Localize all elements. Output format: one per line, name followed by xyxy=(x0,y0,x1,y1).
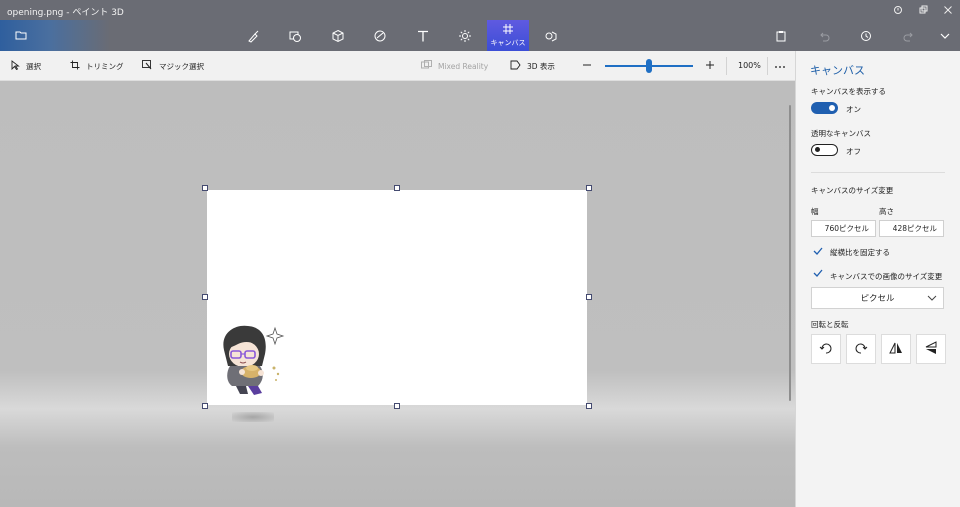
lock-aspect-label: 縦横比を固定する xyxy=(830,248,890,257)
drawing-canvas[interactable] xyxy=(207,190,587,405)
magic-select-label: マジック選択 xyxy=(159,61,204,71)
folder-icon[interactable] xyxy=(13,27,29,43)
resize-image-label: キャンバスでの画像のサイズ変更 xyxy=(830,272,943,281)
select-label: 選択 xyxy=(26,61,41,71)
more-options-button[interactable] xyxy=(774,59,786,73)
close-icon[interactable] xyxy=(935,0,960,20)
history-icon[interactable] xyxy=(855,25,877,47)
mixed-reality-label: Mixed Reality xyxy=(438,61,489,71)
lock-aspect-checkbox[interactable] xyxy=(811,244,825,258)
rotate-right-button[interactable] xyxy=(846,334,876,364)
resize-canvas-label: キャンバスのサイズ変更 xyxy=(811,186,894,195)
rotate-right-icon xyxy=(854,341,868,357)
view-3d-icon xyxy=(510,60,521,72)
sticker-shadow xyxy=(232,412,274,422)
width-input[interactable]: 760ピクセル xyxy=(811,220,876,237)
2d-shapes-icon[interactable] xyxy=(280,22,310,50)
rotate-left-button[interactable] xyxy=(811,334,841,364)
cube-icon[interactable] xyxy=(323,22,353,50)
brush-icon[interactable] xyxy=(238,22,268,50)
minus-icon xyxy=(582,60,592,72)
rotate-left-icon xyxy=(819,341,833,357)
sticker-icon[interactable] xyxy=(365,22,395,50)
resize-handle-bottom-left[interactable] xyxy=(202,403,208,409)
effects-icon[interactable] xyxy=(450,22,480,50)
crop-icon xyxy=(70,60,80,72)
text-icon[interactable] xyxy=(408,22,438,50)
resize-image-checkbox[interactable] xyxy=(811,266,825,280)
minimize-icon[interactable] xyxy=(885,0,910,20)
magic-select-button[interactable]: マジック選択 xyxy=(142,59,204,73)
resize-handle-left[interactable] xyxy=(202,294,208,300)
resize-handle-top[interactable] xyxy=(394,185,400,191)
mixed-reality-icon xyxy=(421,60,432,72)
trim-label: トリミング xyxy=(86,61,124,71)
ellipsis-icon xyxy=(774,62,786,71)
3d-library-icon[interactable] xyxy=(536,22,566,50)
title-bar: opening.png - ペイント 3D キャンバス xyxy=(0,0,960,51)
width-label: 幅 xyxy=(811,207,819,216)
resize-handle-bottom[interactable] xyxy=(394,403,400,409)
zoom-slider-thumb[interactable] xyxy=(646,59,652,73)
zoom-in-button[interactable] xyxy=(705,59,715,73)
divider xyxy=(726,57,727,75)
cursor-icon xyxy=(10,60,20,72)
restore-icon[interactable] xyxy=(910,0,935,20)
redo-icon[interactable] xyxy=(898,25,920,47)
panel-title: キャンバス xyxy=(810,64,865,77)
resize-handle-right[interactable] xyxy=(586,294,592,300)
flip-horizontal-icon xyxy=(889,341,903,357)
trim-button[interactable]: トリミング xyxy=(70,59,124,73)
height-label: 高さ xyxy=(879,207,894,216)
magic-select-icon xyxy=(142,60,153,72)
view-3d-label: 3D 表示 xyxy=(527,61,555,71)
transparent-canvas-label: 透明なキャンバス xyxy=(811,129,871,138)
chevron-down-icon xyxy=(927,293,937,306)
divider xyxy=(767,57,768,75)
zoom-percent[interactable]: 100% xyxy=(738,61,761,70)
flip-vertical-icon xyxy=(924,341,938,357)
unit-dropdown[interactable]: ピクセル xyxy=(811,287,944,309)
vertical-scrollbar[interactable] xyxy=(789,105,791,401)
tab-canvas-label: キャンバス xyxy=(490,39,526,47)
mixed-reality-button[interactable]: Mixed Reality xyxy=(421,59,488,73)
transparent-canvas-state: オフ xyxy=(846,147,861,156)
select-button[interactable]: 選択 xyxy=(10,59,41,73)
paste-icon[interactable] xyxy=(770,25,792,47)
plus-icon xyxy=(705,60,715,72)
expand-menu-icon[interactable] xyxy=(934,25,956,47)
rotate-flip-label: 回転と反転 xyxy=(811,320,849,329)
transparent-canvas-toggle[interactable] xyxy=(811,144,838,156)
tab-canvas[interactable]: キャンバス xyxy=(487,20,529,51)
canvas-toolbar: 選択 トリミング マジック選択 Mixed Reality 3D 表示 100% xyxy=(0,51,795,81)
canvas-grid-icon xyxy=(502,23,514,37)
show-canvas-toggle[interactable] xyxy=(811,102,838,114)
undo-icon[interactable] xyxy=(813,25,835,47)
view-3d-button[interactable]: 3D 表示 xyxy=(510,59,555,73)
resize-handle-top-right[interactable] xyxy=(586,185,592,191)
resize-handle-top-left[interactable] xyxy=(202,185,208,191)
canvas-panel: キャンバス キャンバスを表示する オン 透明なキャンバス オフ キャンバスのサイ… xyxy=(795,51,960,507)
divider xyxy=(811,172,945,173)
flip-horizontal-button[interactable] xyxy=(881,334,911,364)
resize-handle-bottom-right[interactable] xyxy=(586,403,592,409)
unit-value: ピクセル xyxy=(860,294,895,304)
zoom-out-button[interactable] xyxy=(582,59,592,73)
flip-vertical-button[interactable] xyxy=(916,334,946,364)
menu-area xyxy=(0,20,110,51)
height-input[interactable]: 428ピクセル xyxy=(879,220,944,237)
show-canvas-label: キャンバスを表示する xyxy=(811,87,886,96)
show-canvas-state: オン xyxy=(846,105,861,114)
window-title: opening.png - ペイント 3D xyxy=(7,8,124,18)
character-sticker[interactable] xyxy=(218,324,288,399)
window-controls xyxy=(885,0,960,20)
